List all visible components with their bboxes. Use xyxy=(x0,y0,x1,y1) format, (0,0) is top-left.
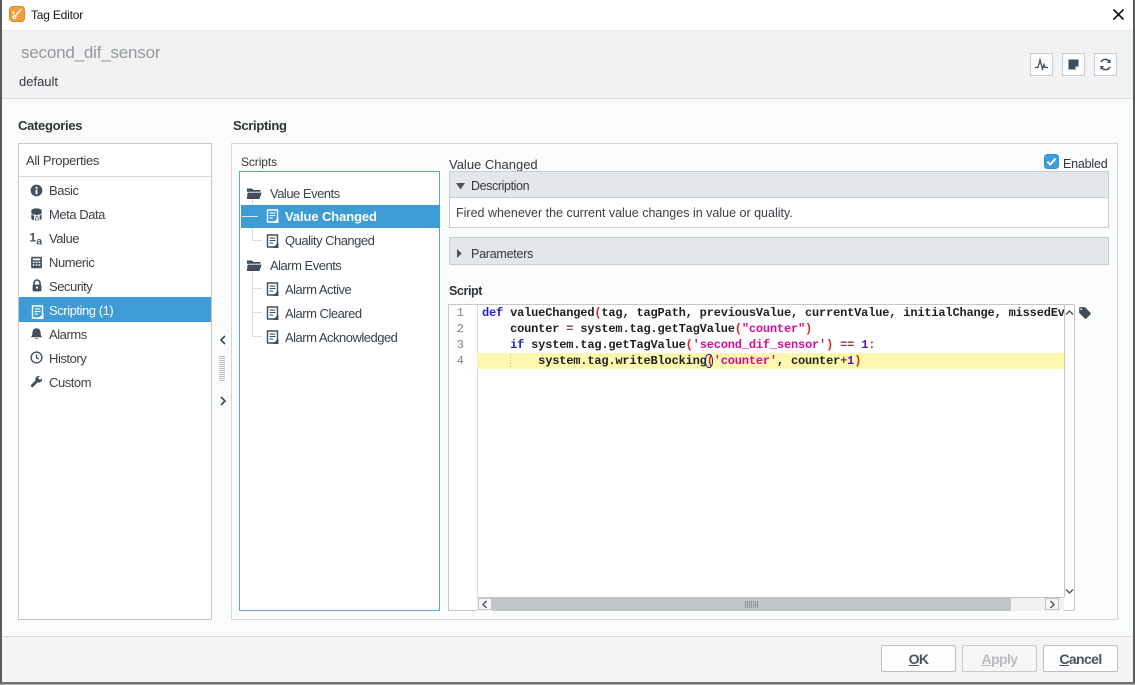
svg-text:M: M xyxy=(34,213,41,221)
svg-text:a: a xyxy=(36,236,42,247)
